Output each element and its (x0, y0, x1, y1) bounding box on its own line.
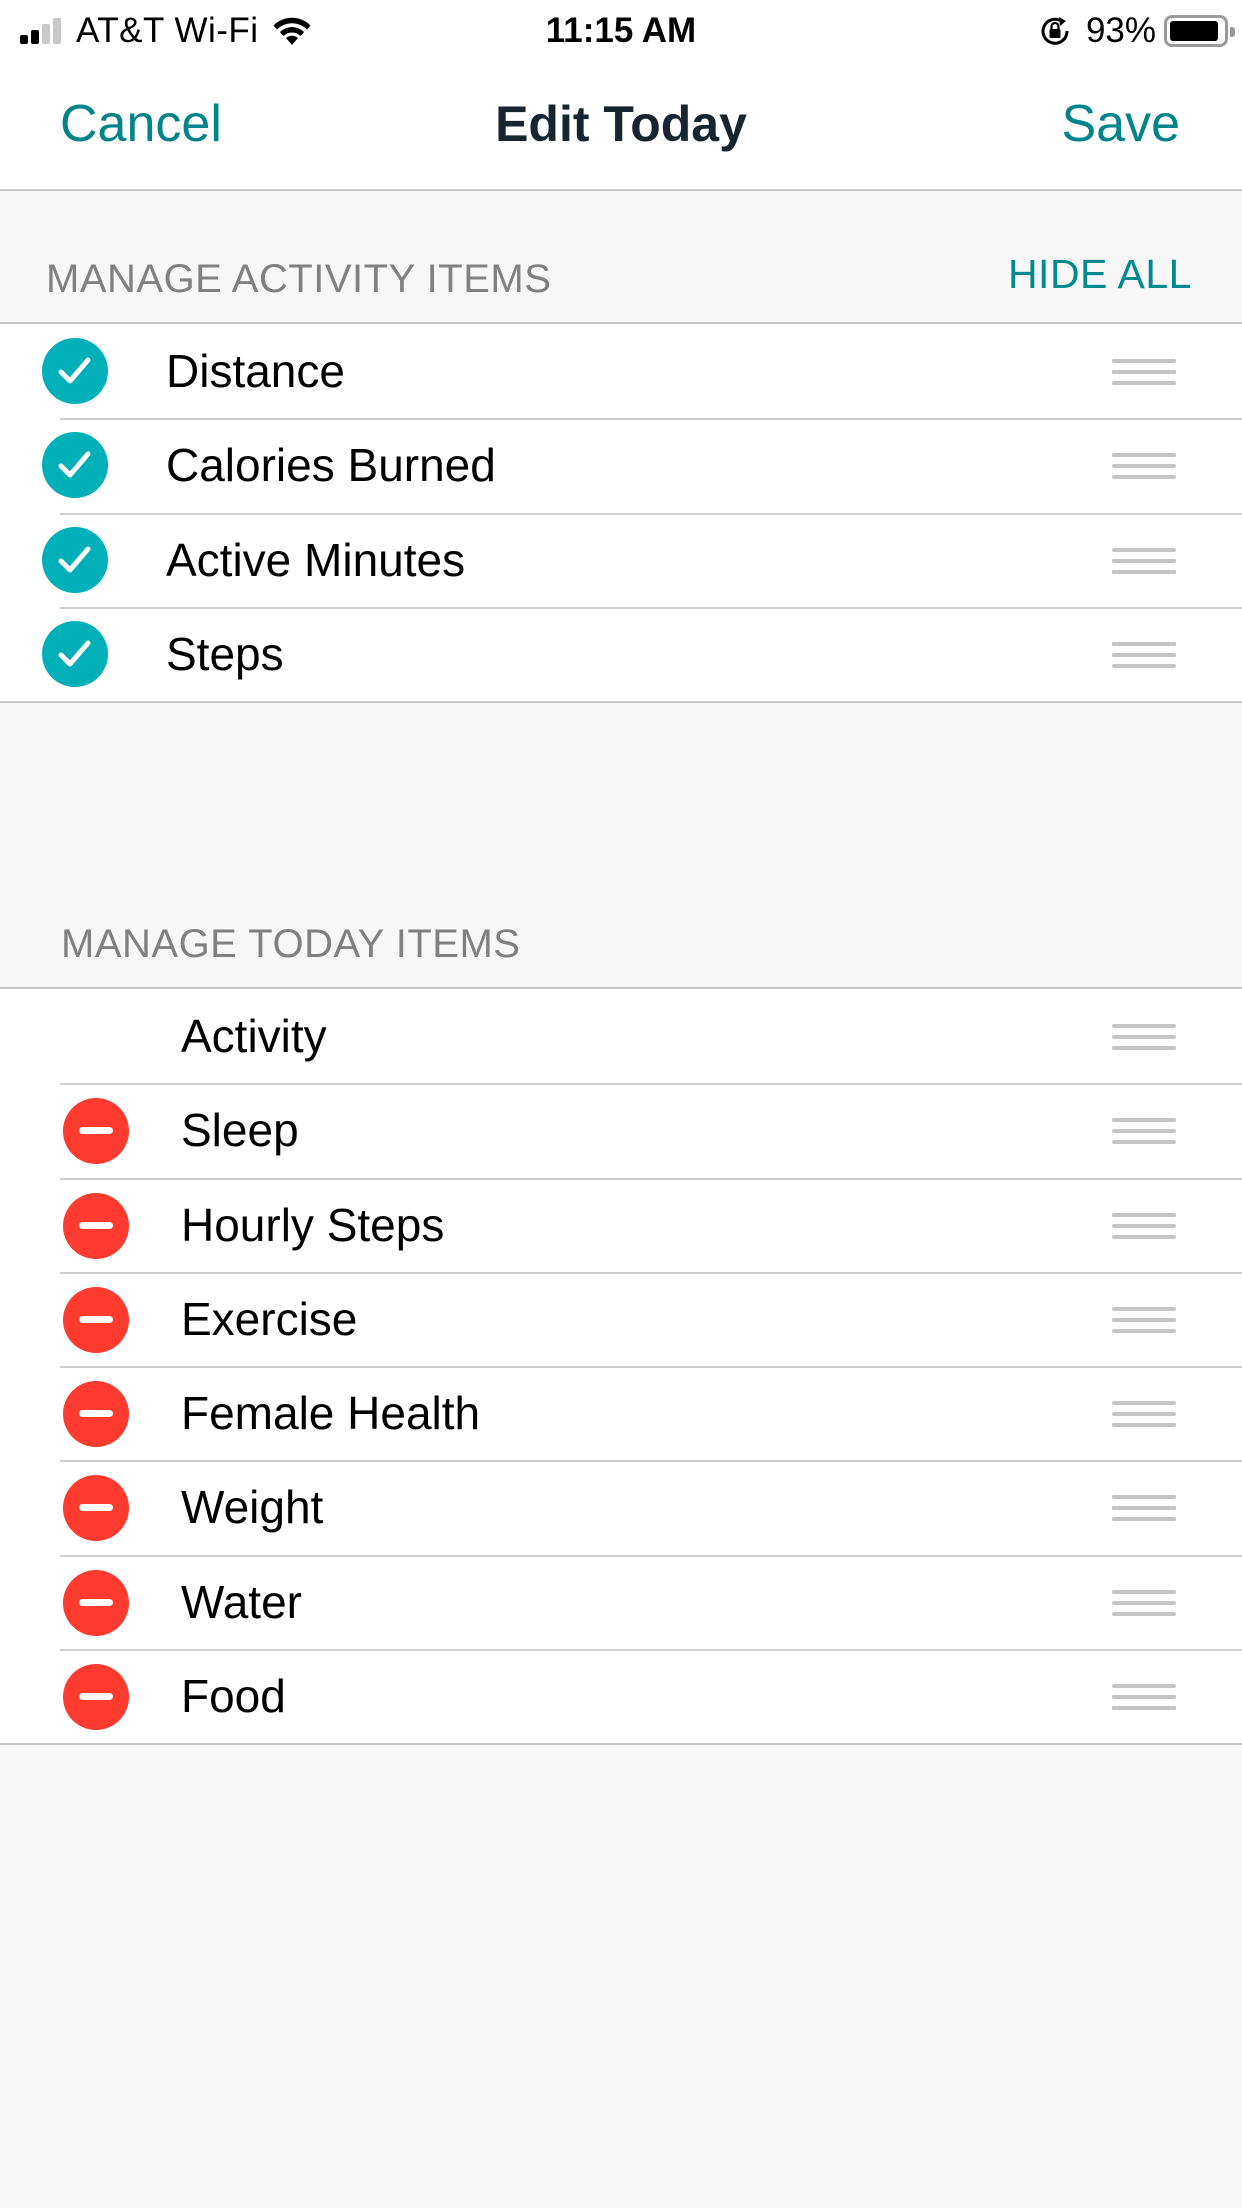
item-label: Activity (181, 1010, 327, 1062)
item-label: Distance (166, 345, 345, 397)
activity-item-active-minutes[interactable]: Active Minutes (0, 512, 1242, 607)
item-label: Food (181, 1670, 286, 1723)
checkmark-circle-icon[interactable] (42, 526, 108, 593)
today-item-sleep[interactable]: Sleep (0, 1083, 1242, 1177)
drag-handle-icon[interactable] (1112, 641, 1176, 668)
item-label: Weight (181, 1481, 324, 1534)
remove-circle-icon[interactable] (63, 1475, 129, 1542)
today-item-hourly-steps[interactable]: Hourly Steps (0, 1177, 1242, 1272)
today-item-female-health[interactable]: Female Health (0, 1366, 1242, 1460)
remove-circle-icon[interactable] (63, 1098, 129, 1165)
item-label: Calories Burned (166, 439, 496, 492)
activity-item-steps[interactable]: Steps (0, 606, 1242, 701)
item-label: Water (181, 1575, 302, 1628)
battery-cap (1230, 27, 1235, 37)
remove-circle-icon[interactable] (63, 1381, 129, 1448)
battery-fill (1170, 21, 1219, 41)
today-item-water[interactable]: Water (0, 1554, 1242, 1649)
remove-circle-icon[interactable] (63, 1664, 129, 1731)
status-bar: AT&T Wi-Fi 11:15 AM 93% (0, 0, 1242, 62)
section-title: MANAGE ACTIVITY ITEMS (46, 257, 552, 301)
remove-circle-icon[interactable] (63, 1286, 129, 1353)
drag-handle-icon[interactable] (1112, 1589, 1176, 1616)
save-button[interactable]: Save (1061, 92, 1180, 156)
item-label: Exercise (181, 1292, 358, 1345)
section-title: MANAGE TODAY ITEMS (61, 922, 521, 966)
drag-handle-icon[interactable] (1112, 1118, 1176, 1145)
today-section-header: MANAGE TODAY ITEMS (0, 857, 1242, 989)
today-item-activity[interactable]: Activity (0, 989, 1242, 1083)
remove-circle-icon[interactable] (63, 1192, 129, 1259)
drag-handle-icon[interactable] (1112, 1684, 1176, 1711)
battery-percent: 93% (1085, 11, 1156, 50)
activity-item-calories-burned[interactable]: Calories Burned (0, 418, 1242, 512)
status-right: 93% (1038, 10, 1235, 52)
drag-handle-icon[interactable] (1112, 547, 1176, 574)
checkmark-circle-icon[interactable] (42, 432, 108, 499)
item-label: Sleep (181, 1104, 299, 1157)
activity-items-list: Distance Calories Burned Active Minutes … (0, 324, 1242, 704)
drag-handle-icon[interactable] (1112, 1212, 1176, 1239)
drag-handle-icon[interactable] (1112, 1306, 1176, 1333)
activity-section-header: MANAGE ACTIVITY ITEMS HIDE ALL (0, 192, 1242, 324)
today-item-weight[interactable]: Weight (0, 1460, 1242, 1554)
drag-handle-icon[interactable] (1112, 359, 1176, 385)
nav-bar: Cancel Edit Today Save (0, 62, 1242, 191)
rotation-lock-icon (1041, 17, 1069, 45)
battery-icon (1164, 15, 1235, 47)
checkmark-circle-icon[interactable] (42, 338, 108, 404)
item-label: Hourly Steps (181, 1198, 445, 1251)
checkmark-circle-icon[interactable] (42, 620, 108, 687)
drag-handle-icon[interactable] (1112, 1495, 1176, 1522)
item-label: Female Health (181, 1387, 481, 1440)
page-title: Edit Today (495, 96, 747, 152)
today-items-list: Activity Sleep Hourly Steps Exercise Fem… (0, 989, 1242, 1746)
today-item-exercise[interactable]: Exercise (0, 1271, 1242, 1366)
activity-item-distance[interactable]: Distance (0, 324, 1242, 418)
item-label: Active Minutes (166, 533, 466, 586)
drag-handle-icon[interactable] (1112, 453, 1176, 480)
hide-all-button[interactable]: HIDE ALL (1008, 251, 1192, 298)
remove-circle-icon[interactable] (63, 1569, 129, 1636)
drag-handle-icon[interactable] (1112, 1401, 1176, 1428)
today-item-food[interactable]: Food (0, 1649, 1242, 1743)
drag-handle-icon[interactable] (1112, 1024, 1176, 1050)
item-label: Steps (166, 627, 284, 680)
